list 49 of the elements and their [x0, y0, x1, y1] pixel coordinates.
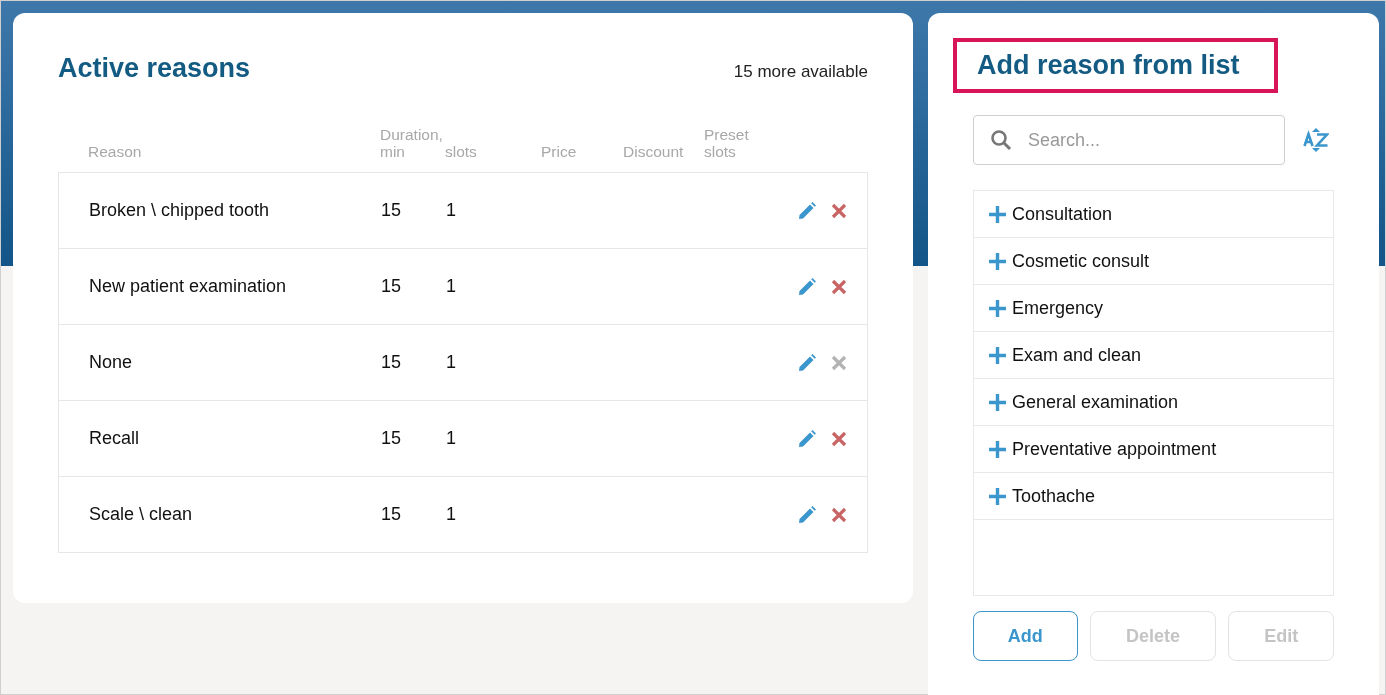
delete-icon[interactable]	[831, 506, 847, 523]
plus-icon	[989, 205, 1006, 223]
slots-cell-text: 1	[446, 276, 457, 297]
plus-icon	[989, 346, 1006, 364]
plus-icon	[989, 393, 1006, 411]
column-header: Duration, min	[380, 126, 444, 160]
more-available-text: 15 more available	[733, 62, 868, 82]
reason-list-item[interactable]: Emergency	[1012, 297, 1104, 319]
column-header: Price	[541, 143, 578, 160]
pencil-icon[interactable]	[797, 504, 817, 525]
slots-cell-text: 1	[446, 200, 457, 221]
reason-list-item[interactable]: Preventative appointment	[1012, 438, 1217, 460]
card-title: Add reason from list	[953, 38, 1278, 93]
reason-list-item[interactable]: Consultation	[1012, 203, 1113, 225]
pencil-icon[interactable]	[797, 200, 817, 221]
slots-cell-text: 1	[446, 504, 457, 525]
plus-icon	[989, 440, 1006, 458]
plus-icon	[989, 299, 1006, 317]
column-header: Preset slots	[704, 126, 750, 160]
reason-list-item[interactable]: Toothache	[1012, 485, 1096, 507]
pencil-icon[interactable]	[797, 428, 817, 449]
reason-cell-text: Scale \ clean	[88, 504, 194, 525]
reason-cell-text: None	[88, 352, 134, 373]
sort-az-icon[interactable]	[1303, 127, 1329, 153]
delete-icon[interactable]	[831, 278, 847, 295]
reason-list-item[interactable]: Cosmetic consult	[1012, 250, 1150, 272]
reason-list-item[interactable]: General examination	[1012, 391, 1179, 413]
slots-cell-text: 1	[446, 428, 457, 449]
column-header: Reason	[87, 143, 143, 160]
pencil-icon[interactable]	[797, 352, 817, 373]
duration-cell-text: 15	[381, 428, 403, 449]
reason-list-item[interactable]: Exam and clean	[1012, 344, 1142, 366]
pencil-icon[interactable]	[797, 276, 817, 297]
column-header: slots	[445, 143, 478, 160]
search-field[interactable]: Search...	[973, 115, 1285, 165]
duration-cell-text: 15	[381, 276, 403, 297]
column-header: Discount	[623, 143, 685, 160]
delete-icon[interactable]	[831, 430, 847, 447]
duration-cell-text: 15	[381, 200, 403, 221]
duration-cell-text: 15	[381, 352, 403, 373]
reason-cell-text: New patient examination	[88, 276, 288, 297]
reason-cell-text: Broken \ chipped tooth	[88, 200, 271, 221]
duration-cell-text: 15	[381, 504, 403, 525]
reason-cell-text: Recall	[88, 428, 141, 449]
plus-icon	[989, 252, 1006, 270]
delete-icon[interactable]	[831, 202, 847, 219]
slots-cell-text: 1	[446, 352, 457, 373]
card-title: Active reasons	[58, 53, 251, 84]
plus-icon	[989, 487, 1006, 505]
